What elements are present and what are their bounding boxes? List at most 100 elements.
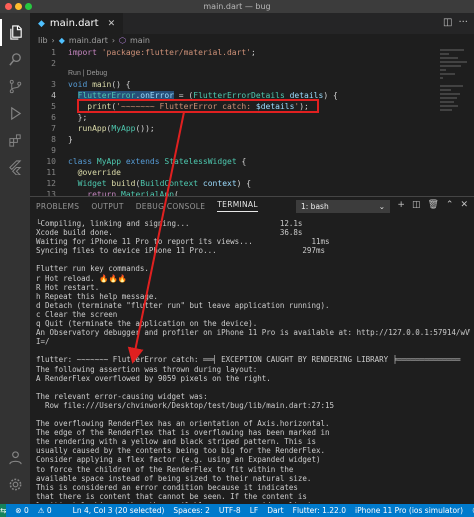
breadcrumb-folder[interactable]: lib xyxy=(38,36,48,45)
remote-icon[interactable]: ⇆ xyxy=(0,504,7,517)
terminal-line: r Hot reload. 🔥🔥🔥 xyxy=(36,273,128,283)
code-editor[interactable]: 1 import 'package:flutter/material.dart'… xyxy=(30,47,474,196)
split-editor-icon[interactable]: ◫ xyxy=(443,17,452,28)
encoding[interactable]: UTF-8 xyxy=(219,506,241,515)
terminal-line: This is considered an error condition be… xyxy=(36,482,298,492)
codelens: Run | Debug xyxy=(30,69,474,78)
code-text: import 'package:flutter/material.dart'; xyxy=(68,48,256,57)
code-line: 1 import 'package:flutter/material.dart'… xyxy=(30,47,474,58)
chevron-right-icon: › xyxy=(51,36,55,45)
account-icon[interactable] xyxy=(0,444,30,471)
code-line: 13 return MaterialApp( xyxy=(30,189,474,196)
function-icon: ⬡ xyxy=(119,36,127,45)
flutter-version[interactable]: Flutter: 1.22.0 xyxy=(293,506,346,515)
editor-actions: ◫ ··· xyxy=(443,17,468,28)
errors-count[interactable]: ⊗ 0 xyxy=(15,506,28,515)
code-text: }; xyxy=(68,113,88,122)
window-controls xyxy=(5,3,32,10)
editor-tabs: ◆ main.dart ✕ ◫ ··· xyxy=(30,13,474,34)
tab-main-dart[interactable]: ◆ main.dart ✕ xyxy=(30,13,124,34)
breadcrumb-file[interactable]: main.dart xyxy=(69,36,108,45)
tab-output[interactable]: OUTPUT xyxy=(91,202,123,211)
terminal-line: q Quit (terminate the application on the… xyxy=(36,319,258,329)
terminal-line: c Clear the screen xyxy=(36,309,118,319)
tab-debug-console[interactable]: DEBUG CONSOLE xyxy=(136,202,206,211)
breadcrumb-symbol[interactable]: main xyxy=(130,36,150,45)
line-number: 11 xyxy=(46,168,56,177)
terminal-output[interactable]: └Compiling, linking and signing... 12.1s… xyxy=(36,219,470,503)
trash-icon[interactable]: 🗑 xyxy=(427,200,438,210)
line-number: 9 xyxy=(51,146,56,155)
dart-file-icon: ◆ xyxy=(58,36,65,45)
cursor-position[interactable]: Ln 4, Col 3 (20 selected) xyxy=(73,506,165,515)
code-line: 8 } xyxy=(30,134,474,145)
terminal-select-value: 1: bash xyxy=(301,202,329,211)
flutter-icon[interactable] xyxy=(0,154,30,181)
warnings-count[interactable]: ⚠ 0 xyxy=(38,506,52,515)
terminal-line: The following assertion was thrown durin… xyxy=(36,364,258,374)
code-line: 2 xyxy=(30,58,474,69)
terminal-line: the rendering with a yellow and black st… xyxy=(36,437,316,447)
terminal-line: └Compiling, linking and signing... 12.1s xyxy=(36,219,303,228)
run-debug-codelens[interactable]: Run | Debug xyxy=(30,70,107,77)
terminal-line: Flutter run key commands. xyxy=(36,264,149,274)
code-text: void main() { xyxy=(68,80,131,89)
minimize-window-button[interactable] xyxy=(15,3,22,10)
indentation[interactable]: Spaces: 2 xyxy=(173,506,209,515)
terminal-line: The relevant error-causing widget was: xyxy=(36,391,208,401)
code-line: 7 runApp(MyApp()); xyxy=(30,123,474,134)
extensions-icon[interactable] xyxy=(0,127,30,154)
terminal-select[interactable]: 1: bash ⌄ xyxy=(296,200,390,213)
maximize-window-button[interactable] xyxy=(25,3,32,10)
status-bar: ⇆ ⊗ 0 ⚠ 0 Ln 4, Col 3 (20 selected) Spac… xyxy=(0,504,474,517)
tab-label: main.dart xyxy=(49,18,99,29)
breadcrumb: lib › ◆ main.dart › ⬡ main xyxy=(30,34,150,47)
add-terminal-icon[interactable]: + xyxy=(397,200,405,210)
code-line: 11 @override xyxy=(30,167,474,178)
bottom-panel: PROBLEMS OUTPUT DEBUG CONSOLE TERMINAL 1… xyxy=(30,196,474,504)
device-selector[interactable]: iPhone 11 Pro (ios simulator) xyxy=(355,506,463,515)
chevron-up-icon[interactable]: ⌃ xyxy=(446,200,454,210)
terminal-line: A RenderFlex overflowed by 9059 pixels o… xyxy=(36,373,271,383)
terminal-line: to force the children of the RenderFlex … xyxy=(36,464,294,474)
debug-icon[interactable] xyxy=(0,100,30,127)
code-line: 10 class MyApp extends StatelessWidget { xyxy=(30,156,474,167)
highlight-box xyxy=(77,99,319,113)
more-actions-icon[interactable]: ··· xyxy=(458,17,468,28)
minimap[interactable] xyxy=(440,47,470,157)
code-line: 3 void main() { xyxy=(30,79,474,90)
terminal-line: d Detach (terminate "flutter run" but le… xyxy=(36,300,330,310)
source-control-icon[interactable] xyxy=(0,73,30,100)
terminal-line: usually caused by the contents being too… xyxy=(36,446,325,456)
settings-icon[interactable] xyxy=(0,471,30,498)
tab-problems[interactable]: PROBLEMS xyxy=(36,202,79,211)
terminal-line: Syncing files to device iPhone 11 Pro...… xyxy=(36,246,325,256)
language-mode[interactable]: Dart xyxy=(267,506,283,515)
split-terminal-icon[interactable]: ◫ xyxy=(412,200,421,210)
panel-actions: + ◫ 🗑 ⌃ ✕ xyxy=(397,200,468,210)
title-bar: main.dart — bug xyxy=(0,0,474,13)
code-text: runApp(MyApp()); xyxy=(77,124,155,133)
terminal-line: R Hot restart. xyxy=(36,282,100,292)
line-ending[interactable]: LF xyxy=(250,506,259,515)
close-icon[interactable]: ✕ xyxy=(108,19,116,29)
terminal-line: legitimately bigger than the available s… xyxy=(36,501,470,503)
line-number: 3 xyxy=(51,80,56,89)
close-window-button[interactable] xyxy=(5,3,12,10)
code-text: Widget build(BuildContext context) { xyxy=(77,179,252,188)
code-line: 12 Widget build(BuildContext context) { xyxy=(30,178,474,189)
line-number: 10 xyxy=(46,157,56,166)
line-number: 12 xyxy=(46,179,56,188)
terminal-line: I=/ xyxy=(36,337,50,347)
files-icon[interactable] xyxy=(0,19,30,46)
tab-terminal[interactable]: TERMINAL xyxy=(217,200,258,212)
search-icon[interactable] xyxy=(0,46,30,73)
dart-file-icon: ◆ xyxy=(38,18,45,29)
code-text: } xyxy=(68,135,73,144)
close-panel-icon[interactable]: ✕ xyxy=(460,200,468,210)
chevron-right-icon: › xyxy=(111,36,116,45)
line-number: 8 xyxy=(51,135,56,144)
